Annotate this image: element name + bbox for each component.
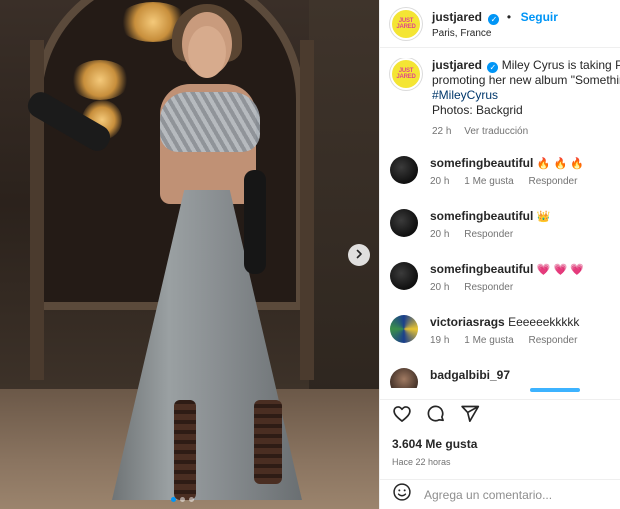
list-item: somefingbeautiful 👑 20 h Responder (390, 209, 550, 240)
separator-dot: • (506, 10, 512, 24)
photo-wall (309, 0, 379, 400)
list-item: badgalbibi_97 (390, 368, 510, 388)
post-timestamp: Hace 22 horas (392, 457, 451, 467)
like-count[interactable]: 3.604 Me gusta (392, 437, 609, 451)
emoji-icon[interactable] (392, 482, 412, 507)
carousel-dot (171, 497, 176, 502)
verified-badge-icon: ✓ (488, 14, 500, 25)
comment-username[interactable]: somefingbeautiful (430, 262, 533, 276)
share-icon[interactable] (460, 404, 480, 429)
comment-text: 🔥 🔥 🔥 (536, 158, 584, 170)
comment-icon[interactable] (426, 404, 446, 429)
avatar[interactable]: JUST JARED (390, 7, 422, 40)
add-comment-bar: Agrega un comentario... (380, 479, 620, 509)
carousel-indicator (171, 497, 194, 502)
reply-button[interactable]: Responder (464, 282, 513, 293)
caption-text: promoting her new album "Something (432, 73, 620, 87)
avatar[interactable] (390, 315, 418, 343)
comment-username[interactable]: victoriasrags (430, 315, 505, 329)
avatar[interactable] (390, 156, 418, 184)
caption-hashtag[interactable]: #MileyCyrus (432, 88, 620, 103)
follow-button[interactable]: Seguir (521, 10, 558, 24)
comment-likes[interactable]: 1 Me gusta (464, 176, 513, 187)
comments-list[interactable]: JUST JARED justjared ✓ Miley Cyrus is ta… (380, 58, 620, 388)
comment-time: 20 h (430, 282, 450, 293)
comment-username[interactable]: somefingbeautiful (430, 156, 533, 170)
post-location[interactable]: Paris, France (432, 28, 558, 39)
comment-time: 20 h (430, 176, 450, 187)
next-photo-button[interactable] (348, 244, 370, 266)
post-photo[interactable] (0, 0, 379, 509)
comment-username[interactable]: badgalbibi_97 (430, 368, 510, 382)
author-username[interactable]: justjared (432, 10, 482, 24)
heart-icon[interactable] (392, 404, 412, 429)
reply-button[interactable]: Responder (529, 176, 578, 187)
list-item: somefingbeautiful 💗 💗 💗 20 h Responder (390, 262, 584, 293)
comment-username[interactable]: somefingbeautiful (430, 209, 533, 223)
photo-lamp (70, 60, 130, 100)
avatar[interactable] (390, 368, 418, 388)
photo-doorframe (300, 40, 314, 380)
comment-text: Eeeeeekkkkk (508, 315, 580, 329)
caption-text: Miley Cyrus is taking Paris (501, 58, 620, 72)
avatar[interactable] (390, 262, 418, 290)
comment-time: 20 h (430, 229, 450, 240)
comment-input[interactable]: Agrega un comentario... (424, 488, 552, 502)
post-header: JUST JARED justjared ✓ • Seguir Paris, F… (380, 0, 620, 48)
list-item: somefingbeautiful 🔥 🔥 🔥 20 h 1 Me gusta … (390, 156, 589, 187)
caption-username[interactable]: justjared (432, 58, 482, 72)
caption-credit: Photos: Backgrid (432, 103, 523, 117)
comment-text: 👑 (536, 211, 551, 223)
carousel-dot (189, 497, 194, 502)
comment-text: 💗 💗 💗 (536, 264, 584, 276)
carousel-dot (180, 497, 185, 502)
chevron-right-icon (354, 246, 364, 264)
reply-button[interactable]: Responder (529, 335, 578, 346)
translate-button[interactable]: Ver traducción (464, 126, 528, 137)
list-item: victoriasrags Eeeeeekkkkk 19 h 1 Me gust… (390, 315, 589, 346)
comment-time: 19 h (430, 335, 450, 346)
post-actions: 3.604 Me gusta Hace 22 horas (380, 399, 620, 467)
comment-likes[interactable]: 1 Me gusta (464, 335, 513, 346)
reply-button[interactable]: Responder (464, 229, 513, 240)
caption: JUST JARED justjared ✓ Miley Cyrus is ta… (380, 58, 620, 139)
post-side-panel: JUST JARED justjared ✓ • Seguir Paris, F… (379, 0, 620, 509)
verified-badge-icon: ✓ (487, 62, 499, 73)
avatar[interactable]: JUST JARED (390, 58, 422, 90)
avatar[interactable] (390, 209, 418, 237)
scroll-indicator (530, 388, 580, 392)
caption-time: 22 h (432, 126, 452, 137)
